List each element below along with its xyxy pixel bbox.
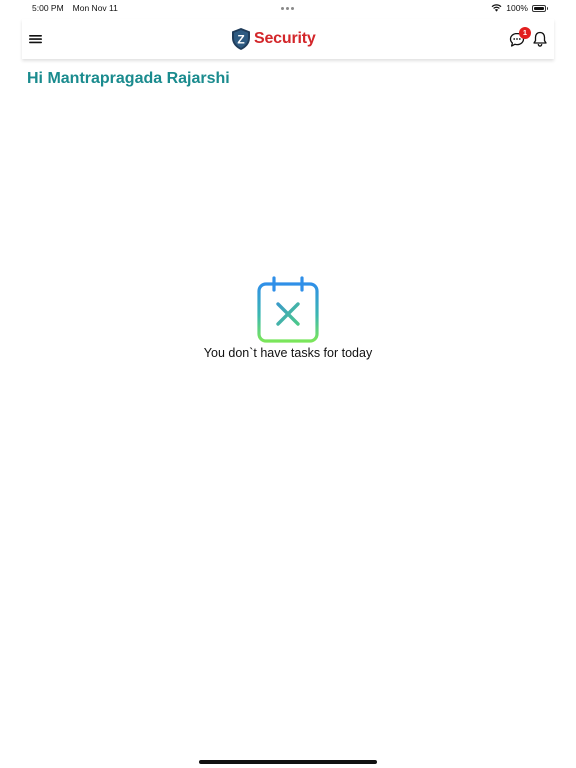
svg-text:Z: Z xyxy=(237,33,244,47)
status-time: 5:00 PM xyxy=(32,3,64,13)
home-indicator[interactable] xyxy=(199,760,377,764)
empty-state-message: You don`t have tasks for today xyxy=(203,346,373,360)
status-left: 5:00 PM Mon Nov 11 xyxy=(32,3,118,13)
app-header: Z Security 1 xyxy=(22,19,554,59)
calendar-x-icon xyxy=(257,276,319,343)
chat-button[interactable]: 1 xyxy=(509,27,531,49)
battery-percent: 100% xyxy=(506,3,528,13)
status-right: 100% xyxy=(491,3,548,13)
screen: 5:00 PM Mon Nov 11 100% Z Security 1 Hi … xyxy=(0,0,576,768)
multitasking-dots[interactable] xyxy=(281,7,294,10)
battery-fill xyxy=(534,6,544,10)
dot xyxy=(286,7,289,10)
wifi-icon xyxy=(491,4,502,12)
chat-badge: 1 xyxy=(519,27,531,39)
app-logo: Z Security xyxy=(230,27,316,51)
bell-icon[interactable] xyxy=(532,31,548,48)
brand-name: Security xyxy=(254,30,316,47)
dot xyxy=(291,7,294,10)
dot xyxy=(281,7,284,10)
menu-icon[interactable] xyxy=(29,33,42,45)
greeting-heading: Hi Mantrapragada Rajarshi xyxy=(27,70,230,87)
status-date: Mon Nov 11 xyxy=(72,3,118,13)
battery-icon xyxy=(532,4,548,12)
shield-logo-icon: Z xyxy=(232,28,250,50)
status-bar: 5:00 PM Mon Nov 11 100% xyxy=(0,0,576,18)
